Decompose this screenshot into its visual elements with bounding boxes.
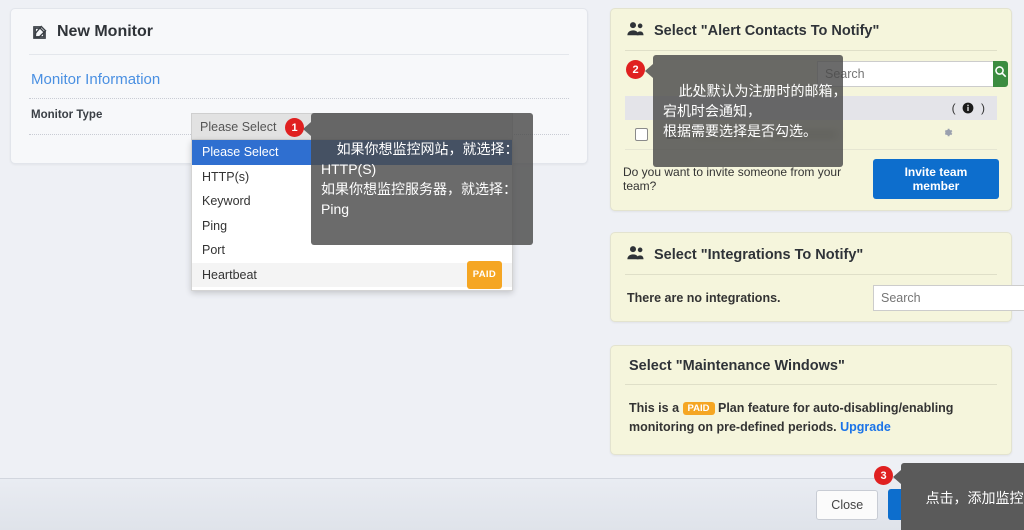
upgrade-link[interactable]: Upgrade xyxy=(840,420,891,434)
annotation-arrow-1 xyxy=(303,122,311,136)
annotation-tooltip-1-text: 如果你想监控网站，就选择： HTTP(S) 如果你想监控服务器，就选择： Pin… xyxy=(321,141,519,217)
annotation-tooltip-1: 如果你想监控网站，就选择： HTTP(S) 如果你想监控服务器，就选择： Pin… xyxy=(311,113,533,245)
integrations-title: Select "Integrations To Notify" xyxy=(611,233,1011,264)
annotation-tooltip-3-text: 点击，添加监控 xyxy=(925,490,1024,506)
integrations-search-input[interactable] xyxy=(873,285,1024,311)
integrations-empty-text: There are no integrations. xyxy=(627,290,781,305)
alert-contacts-title: Select "Alert Contacts To Notify" xyxy=(611,9,1011,40)
dropdown-option-label: HTTP(s) xyxy=(202,169,250,184)
annotation-marker-1: 1 xyxy=(285,118,304,137)
annotation-marker-number: 2 xyxy=(632,63,639,76)
integrations-title-text: Select "Integrations To Notify" xyxy=(654,246,864,263)
users-icon xyxy=(627,245,645,264)
annotation-tooltip-3: 点击，添加监控 xyxy=(901,463,1024,530)
maintenance-title-text: Select "Maintenance Windows" xyxy=(629,358,845,374)
annotation-tooltip-2-text: 此处默认为注册时的邮箱， 宕机时会通知， 根据需要选择是否勾选。 xyxy=(663,83,847,139)
invite-team-member-button[interactable]: Invite team member xyxy=(872,159,999,199)
users-icon xyxy=(627,21,645,40)
paid-badge: PAID xyxy=(466,260,502,289)
maintenance-text-before: This is a xyxy=(629,401,680,415)
dropdown-option-label: Heartbeat xyxy=(202,267,257,282)
page-title: New Monitor xyxy=(11,9,587,41)
close-button[interactable]: Close xyxy=(816,489,879,520)
page-title-text: New Monitor xyxy=(57,23,153,40)
integrations-search-group[interactable] xyxy=(873,285,1024,311)
integrations-panel: Select "Integrations To Notify" There ar… xyxy=(610,232,1024,322)
dropdown-option-label: Please Select xyxy=(202,145,279,159)
pencil-square-icon xyxy=(31,24,48,41)
magnifier-icon xyxy=(994,65,1007,83)
annotation-marker-number: 1 xyxy=(291,121,298,134)
maintenance-body: This is a PAID Plan feature for auto-dis… xyxy=(611,385,1011,437)
annotation-tooltip-2: 此处默认为注册时的邮箱， 宕机时会通知， 根据需要选择是否勾选。 xyxy=(653,55,847,167)
annotation-arrow-2 xyxy=(645,64,653,78)
app-root: New Monitor Monitor Information Monitor … xyxy=(0,0,1024,530)
dropdown-option-label: Ping xyxy=(202,218,228,233)
integrations-body: There are no integrations. xyxy=(611,275,1024,311)
dropdown-option-heartbeat[interactable]: Heartbeat PAID xyxy=(192,260,512,289)
dropdown-option-label: Keyword xyxy=(202,194,251,208)
alert-contact-checkbox[interactable] xyxy=(635,128,648,141)
alert-contacts-info-wrap: ( ) xyxy=(951,101,985,115)
section-heading: Monitor Information xyxy=(31,71,161,88)
paid-badge: PAID xyxy=(682,402,715,415)
monitor-type-label: Monitor Type xyxy=(31,109,103,121)
invite-team-text: Do you want to invite someone from your … xyxy=(623,165,842,193)
alert-contacts-title-text: Select "Alert Contacts To Notify" xyxy=(654,22,880,39)
dropdown-option-label: Port xyxy=(202,243,225,257)
gear-icon[interactable] xyxy=(941,126,954,144)
info-icon[interactable] xyxy=(959,101,978,115)
maintenance-windows-panel: Select "Maintenance Windows" This is a P… xyxy=(610,345,1012,455)
maintenance-title: Select "Maintenance Windows" xyxy=(611,346,1011,374)
dialog-footer: Close Create Monitor xyxy=(0,478,1024,530)
annotation-arrow-3 xyxy=(893,470,901,484)
annotation-marker-3: 3 xyxy=(874,466,893,485)
alert-contacts-search-button[interactable] xyxy=(993,61,1008,87)
monitor-type-selected-value: Please Select xyxy=(200,119,277,134)
annotation-marker-number: 3 xyxy=(880,469,887,482)
annotation-marker-2: 2 xyxy=(626,60,645,79)
